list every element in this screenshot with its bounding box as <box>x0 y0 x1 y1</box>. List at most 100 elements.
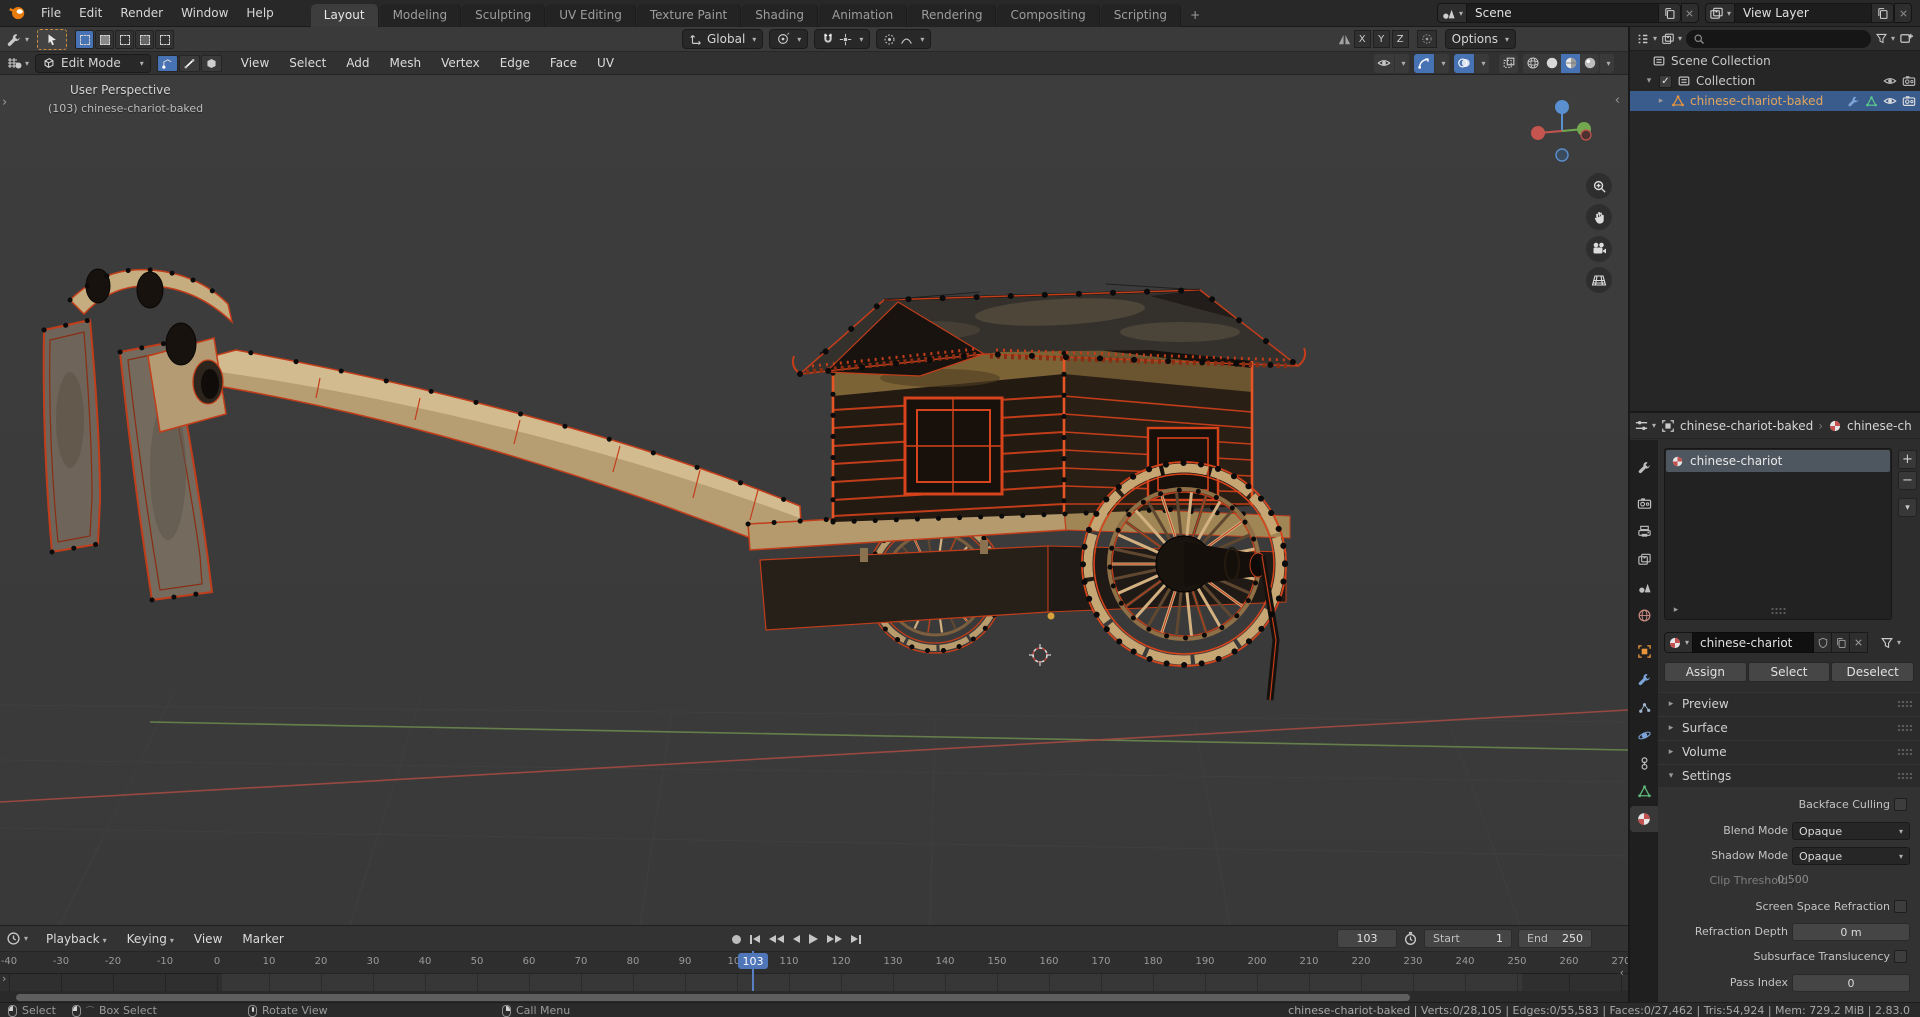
menu-file[interactable]: File <box>32 6 70 20</box>
next-keyframe-button[interactable] <box>827 935 842 943</box>
material-name-input[interactable]: chinese-chariot <box>1692 632 1815 653</box>
gizmos-toggle[interactable] <box>1414 53 1434 73</box>
tab-view-layer[interactable] <box>1630 546 1658 572</box>
zoom-icon[interactable] <box>1586 173 1612 199</box>
mirror-y-toggle[interactable]: Y <box>1372 30 1390 48</box>
outliner-display-mode-dropdown[interactable]: ▾ <box>1661 32 1682 46</box>
object-visibility-dropdown[interactable] <box>1374 53 1394 73</box>
tab-output[interactable] <box>1630 518 1658 544</box>
viewport-menu-vertex[interactable]: Vertex <box>431 56 490 70</box>
active-tool-select-box[interactable] <box>37 29 68 50</box>
properties-editor-type-button[interactable]: ▾ <box>1634 418 1656 433</box>
panel-settings[interactable]: ▾ Settings <box>1658 764 1920 787</box>
outliner-row-collection[interactable]: ▾ ✓ Collection <box>1630 71 1920 91</box>
tab-compositing[interactable]: Compositing <box>997 3 1100 27</box>
tab-rendering[interactable]: Rendering <box>908 3 997 27</box>
jump-to-end-button[interactable] <box>851 934 861 944</box>
mode-dropdown[interactable]: Edit Mode ▾ <box>35 53 151 73</box>
menu-render[interactable]: Render <box>111 6 172 20</box>
tab-object[interactable] <box>1630 638 1658 664</box>
tab-world[interactable] <box>1630 602 1658 628</box>
panel-preview[interactable]: ▸ Preview <box>1658 692 1920 715</box>
outliner-filter-funnel-dropdown[interactable]: ▾ <box>1875 32 1895 45</box>
current-frame-field[interactable]: 103 <box>1337 929 1397 948</box>
remove-material-slot-button[interactable]: − <box>1898 471 1917 490</box>
pivot-point-dropdown[interactable]: ▾ <box>769 29 809 49</box>
editmode-data-icon[interactable] <box>1865 95 1878 108</box>
tab-constraints[interactable] <box>1630 750 1658 776</box>
proportional-editing-dropdown[interactable]: ▾ <box>876 29 932 49</box>
outliner-row-chinese-chariot-baked[interactable]: ▸ chinese-chariot-baked <box>1630 91 1920 111</box>
viewport-editor-type-button[interactable]: ▾ <box>6 55 29 71</box>
new-scene-button[interactable] <box>1657 4 1680 22</box>
timeline-channel-strip[interactable] <box>0 973 1628 991</box>
breadcrumb-object[interactable]: chinese-chariot-baked <box>1680 419 1813 433</box>
face-select-button[interactable] <box>200 54 222 72</box>
tab-animation[interactable]: Animation <box>819 3 908 27</box>
vertex-select-button[interactable] <box>156 54 178 72</box>
previous-keyframe-button[interactable] <box>769 935 784 943</box>
end-frame-field[interactable]: End 250 <box>1518 929 1592 948</box>
snap-dropdown[interactable]: ▾ <box>814 29 871 49</box>
sidebar-expand-arrow[interactable]: ‹ <box>1615 93 1620 108</box>
pan-hand-icon[interactable] <box>1586 204 1612 230</box>
timeline-menu-marker[interactable]: Marker <box>232 932 293 946</box>
shading-chevron[interactable]: ▾ <box>1600 53 1614 73</box>
menu-window[interactable]: Window <box>172 6 237 20</box>
tab-shading[interactable]: Shading <box>742 3 818 27</box>
breadcrumb-material[interactable]: chinese-ch <box>1847 419 1912 433</box>
material-link-dropdown[interactable]: ▾ <box>1880 636 1901 650</box>
material-slot-row[interactable]: chinese-chariot <box>1666 450 1890 472</box>
tab-modifiers[interactable] <box>1630 666 1658 692</box>
select-mode-new[interactable] <box>75 30 95 49</box>
outliner-search-input[interactable] <box>1686 29 1871 48</box>
collapse-icon[interactable]: ▾ <box>1644 76 1654 86</box>
play-button[interactable] <box>809 934 818 944</box>
pass-index-field[interactable]: 0 <box>1792 974 1910 992</box>
new-view-layer-button[interactable] <box>1871 4 1893 22</box>
panel-surface[interactable]: ▸ Surface <box>1658 716 1920 739</box>
modifier-wrench-icon[interactable] <box>1847 95 1860 108</box>
viewport-menu-mesh[interactable]: Mesh <box>380 56 432 70</box>
shading-wireframe-button[interactable] <box>1523 53 1542 73</box>
material-specials-dropdown[interactable]: ▾ <box>1898 498 1917 517</box>
viewport-menu-face[interactable]: Face <box>540 56 587 70</box>
tab-physics[interactable] <box>1630 722 1658 748</box>
timeline-menu-view[interactable]: View <box>184 932 232 946</box>
expand-icon[interactable]: ▸ <box>1656 96 1666 106</box>
hide-eye-icon[interactable] <box>1883 74 1897 88</box>
outliner-filter-dropdown[interactable]: ▾ <box>1636 32 1657 46</box>
scene-name-field[interactable]: Scene <box>1465 3 1681 23</box>
summary-expand-arrow[interactable]: › <box>2 972 6 985</box>
blend-mode-dropdown[interactable]: Opaque ▾ <box>1792 822 1910 840</box>
blender-logo-icon[interactable] <box>8 3 26 24</box>
select-mode-subtract[interactable] <box>115 30 135 49</box>
select-mode-extend[interactable] <box>95 30 115 49</box>
unlink-material-icon[interactable] <box>1850 632 1869 653</box>
timeline-editor-type-button[interactable]: ▾ <box>6 931 28 946</box>
tool-settings-editor-icon[interactable]: ▾ <box>6 32 29 48</box>
timeline-scrollbar-thumb[interactable] <box>16 994 1410 1001</box>
fake-user-shield-icon[interactable] <box>1814 632 1833 653</box>
tab-layout[interactable]: Layout <box>310 3 379 27</box>
viewport-menu-edge[interactable]: Edge <box>490 56 540 70</box>
orthographic-grid-icon[interactable] <box>1586 267 1612 293</box>
view-layer-browse-button[interactable]: ▾ <box>1704 3 1735 23</box>
tab-texture-paint[interactable]: Texture Paint <box>636 3 742 27</box>
select-mode-invert[interactable] <box>135 30 155 49</box>
camera-view-icon[interactable] <box>1586 236 1612 262</box>
options-dropdown[interactable]: Options ▾ <box>1444 29 1516 49</box>
collection-checkbox[interactable]: ✓ <box>1659 74 1672 88</box>
viewport-3d[interactable]: User Perspective (103) chinese-chariot-b… <box>0 75 1629 926</box>
tab-modeling[interactable]: Modeling <box>379 3 462 27</box>
refraction-depth-field[interactable]: 0 m <box>1792 923 1910 941</box>
view-layer-name-field[interactable]: View Layer <box>1734 3 1894 23</box>
edge-select-button[interactable] <box>178 54 200 72</box>
record-button[interactable] <box>732 934 741 944</box>
tab-material[interactable] <box>1630 806 1658 832</box>
tab-sculpting[interactable]: Sculpting <box>462 3 546 27</box>
outliner-row-scene-collection[interactable]: Scene Collection <box>1630 51 1920 71</box>
jump-to-start-button[interactable] <box>750 934 760 944</box>
select-button[interactable]: Select <box>1747 662 1831 682</box>
play-reverse-button[interactable] <box>793 935 800 943</box>
